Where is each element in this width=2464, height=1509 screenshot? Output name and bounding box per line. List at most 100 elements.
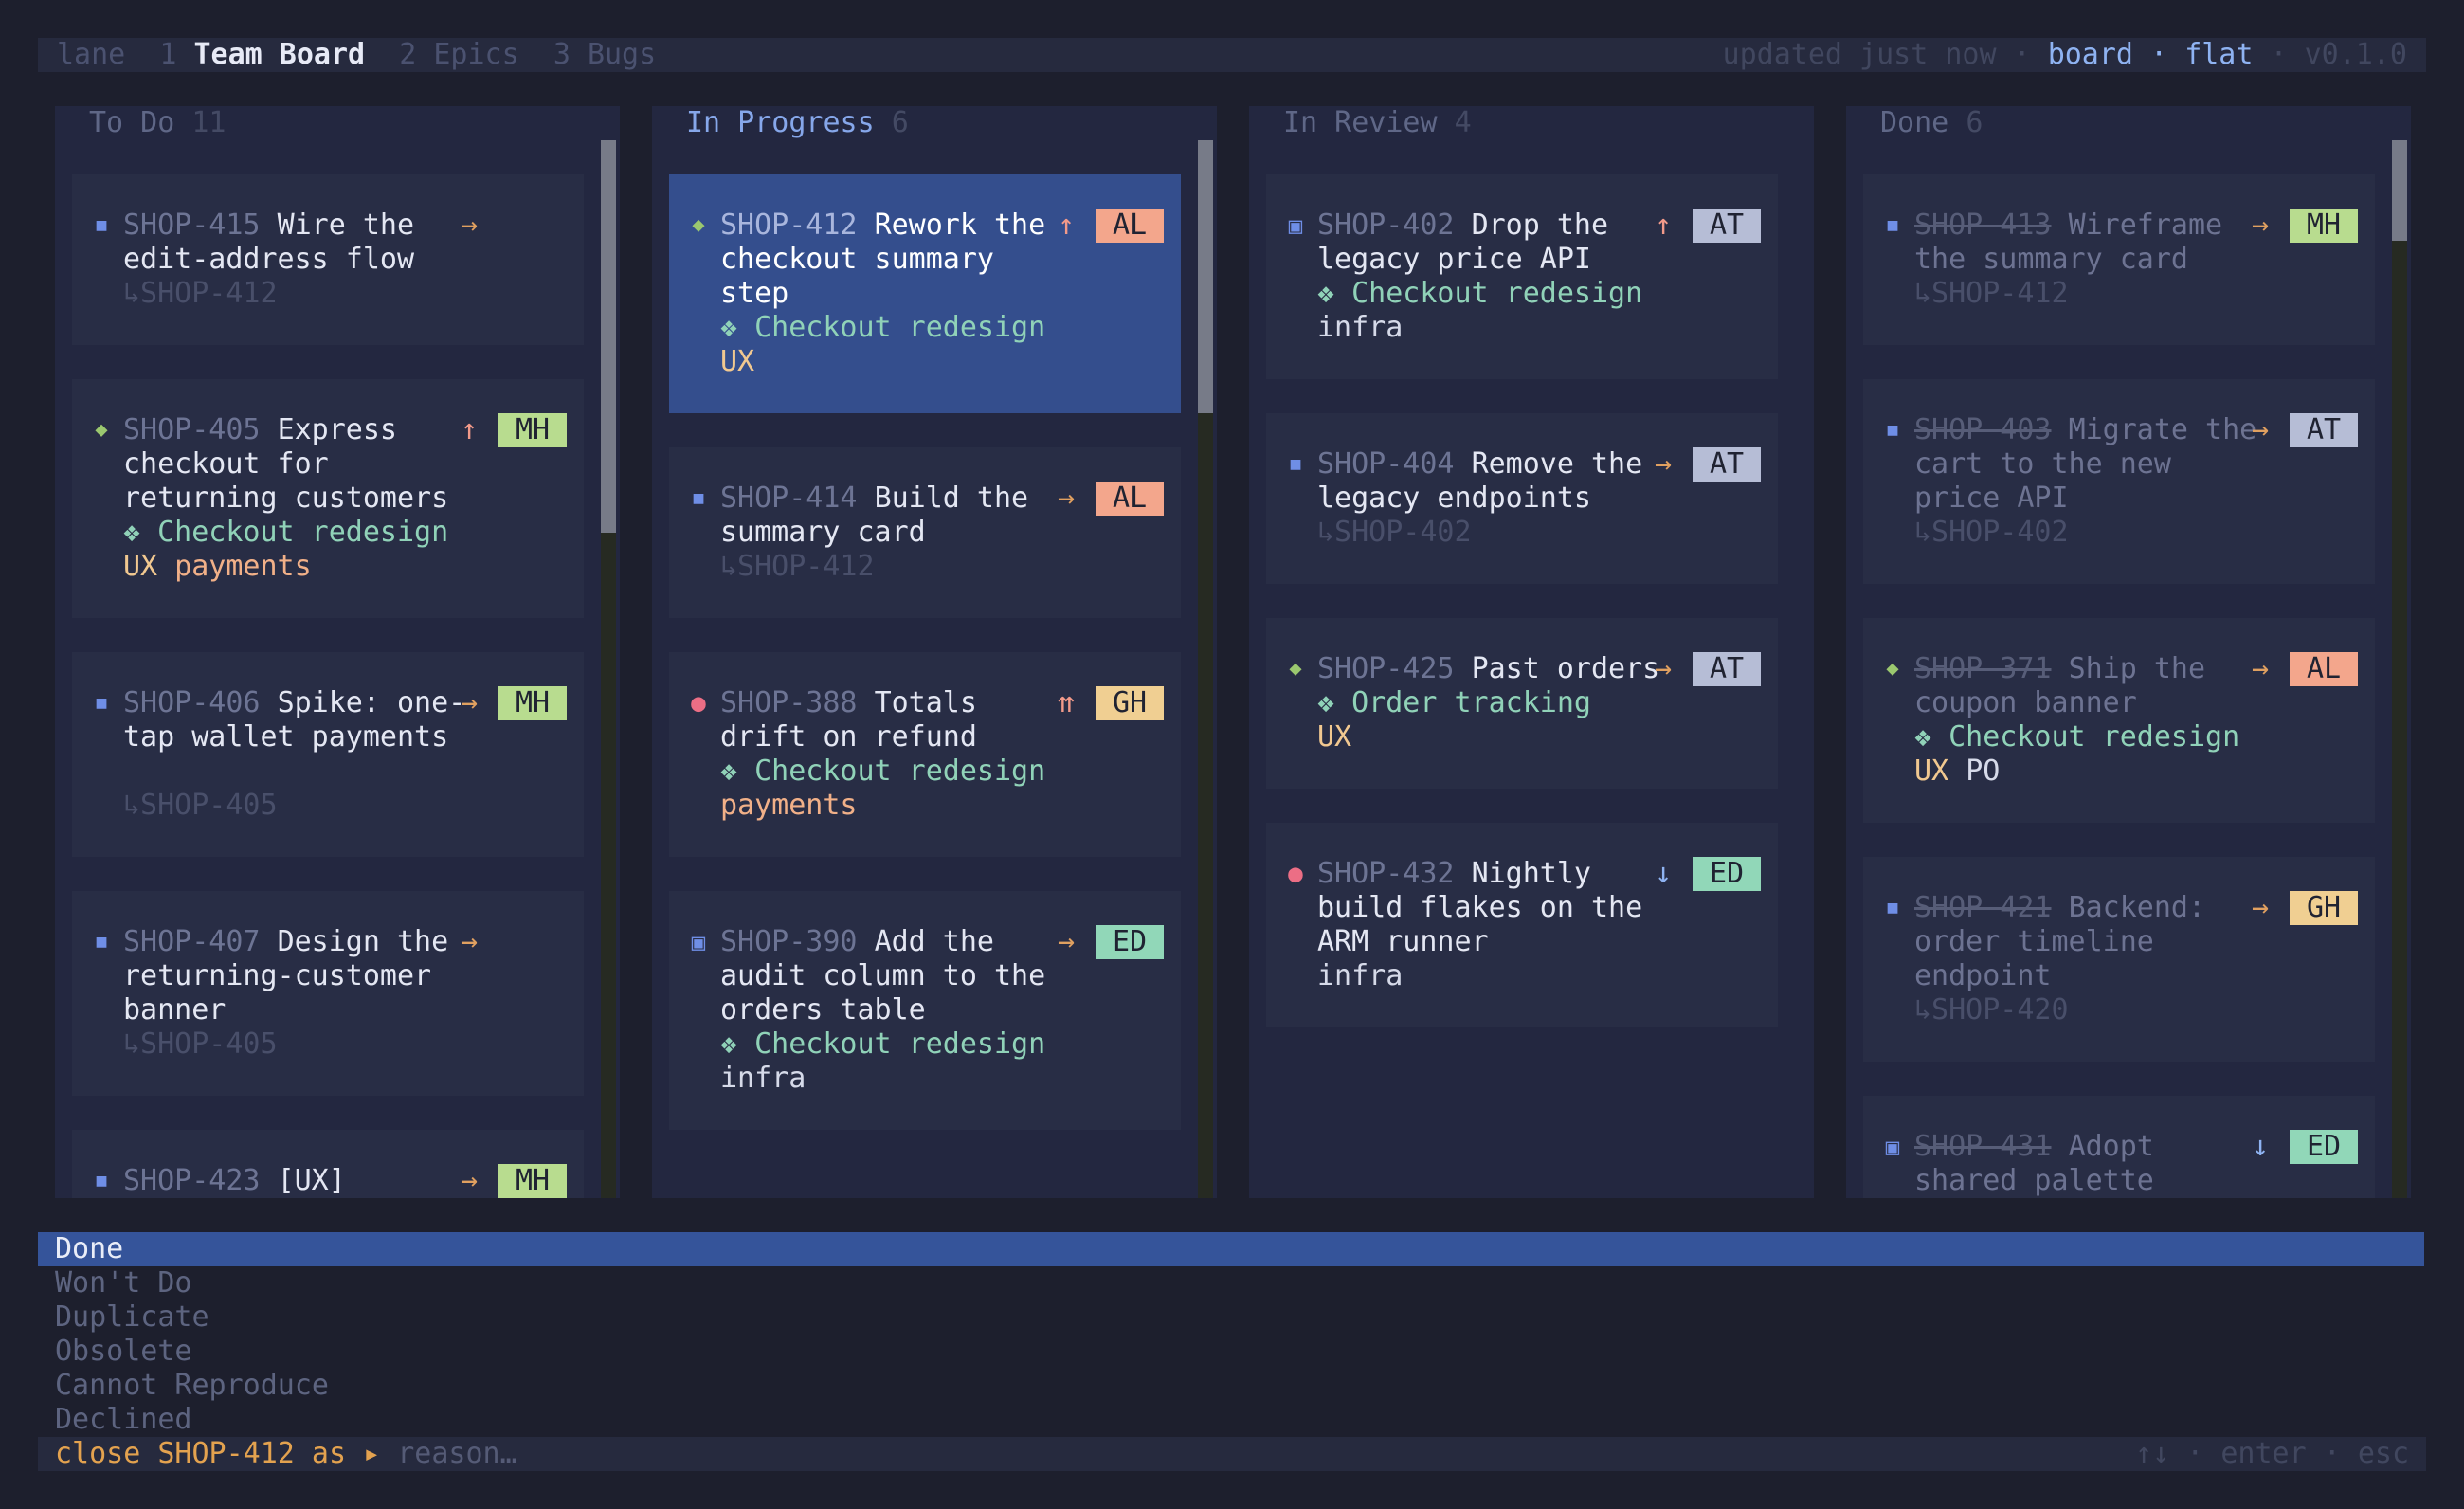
scrollbar-thumb[interactable]: [1198, 140, 1213, 413]
card-shop-402[interactable]: ▣ SHOP-402 Drop the legacy price API ❖ Chec…: [1266, 174, 1778, 379]
assignee-badge[interactable]: GH: [1096, 686, 1164, 720]
assignee-badge[interactable]: ED: [1096, 925, 1164, 959]
assignee-badge[interactable]: AT: [1693, 209, 1761, 243]
epic-link: ❖ Checkout redesign: [1317, 277, 1643, 310]
card-shop-432[interactable]: ● SHOP-432 Nightly build flakes on the ARM …: [1266, 823, 1778, 1027]
assignee-badge[interactable]: ED: [2290, 1130, 2358, 1164]
card-shop-403[interactable]: ■ SHOP-403 Migrate the cart to the new pric…: [1863, 379, 2375, 584]
card-line: SHOP-432 Nightly: [1317, 857, 1658, 891]
epic-link: ❖ Checkout redesign: [720, 754, 1046, 788]
issue-title: cart to the new: [1914, 447, 2171, 481]
tab-bugs[interactable]: 3 Bugs: [553, 38, 656, 71]
issue-key: SHOP-413: [1914, 209, 2052, 242]
assignee-badge[interactable]: MH: [2290, 209, 2358, 243]
assignee-badge[interactable]: AL: [1096, 209, 1164, 243]
boxed-square-icon: ▣: [691, 929, 706, 955]
card-shop-407[interactable]: ■ SHOP-407 Design the returning-customer ba…: [72, 891, 584, 1096]
card-line: ARM runner: [1317, 925, 1658, 959]
issue-title: legacy price API: [1317, 243, 1591, 276]
issue-title: Backend:: [2068, 891, 2206, 924]
epic-link: ❖ Checkout redesign: [1914, 720, 2240, 754]
issue-title: Adopt: [2068, 1130, 2154, 1163]
card-shop-413[interactable]: ■ SHOP-413 Wireframe the summary card ↳SHOP…: [1863, 174, 2375, 345]
assignee-badge[interactable]: AT: [1693, 652, 1761, 686]
card-shop-406[interactable]: ■ SHOP-406 Spike: one-tap wallet payments…: [72, 652, 584, 857]
priority-icon: ↓: [1654, 857, 1673, 890]
view-flat-toggle[interactable]: flat: [2184, 38, 2253, 71]
card-content: SHOP-423 [UX]: [123, 1164, 464, 1198]
card-shop-431[interactable]: ▣ SHOP-431 Adopt shared palette ↓ ED: [1863, 1096, 2375, 1198]
tab-epics[interactable]: 2 Epics: [399, 38, 518, 71]
resolution-option[interactable]: Done: [38, 1232, 2424, 1266]
assignee-badge[interactable]: MH: [498, 686, 567, 720]
reason-input[interactable]: reason…: [397, 1437, 516, 1470]
issue-key: SHOP-412: [720, 209, 858, 242]
card-content: SHOP-388 Totals drift on refund ❖ Checkout…: [720, 686, 1061, 823]
tab-team-board[interactable]: 1 Team Board: [159, 38, 365, 71]
card-shop-425[interactable]: ◆ SHOP-425 Past orders ❖ Order tracking UX →…: [1266, 618, 1778, 789]
issue-title: Rework the: [874, 209, 1046, 242]
issue-title: coupon banner: [1914, 686, 2137, 719]
card-shop-371[interactable]: ◆ SHOP-371 Ship the coupon banner ❖ Checkou…: [1863, 618, 2375, 823]
issue-title: order timeline: [1914, 925, 2154, 958]
scrollbar-thumb[interactable]: [2392, 140, 2407, 241]
parent-link: ↳SHOP-412: [1914, 277, 2069, 310]
card-line: infra: [1317, 311, 1658, 345]
col-todo: To Do 11 ■ SHOP-415 Wire the edit-address f…: [55, 106, 620, 1198]
square-icon: ■: [1887, 420, 1898, 440]
resolution-option[interactable]: Declined: [38, 1403, 2424, 1437]
issue-title: Add the: [874, 925, 994, 958]
resolution-option[interactable]: Obsolete: [38, 1335, 2424, 1369]
scrollbar-thumb[interactable]: [601, 140, 616, 533]
assignee-badge[interactable]: MH: [498, 413, 567, 447]
resolution-option[interactable]: Won't Do: [38, 1266, 2424, 1300]
column-scrollbar[interactable]: [1198, 140, 1213, 1198]
card-line: checkout summary: [720, 243, 1061, 277]
assignee-badge[interactable]: AT: [1693, 447, 1761, 482]
card-shop-421[interactable]: ■ SHOP-421 Backend: order timeline endpoint…: [1863, 857, 2375, 1062]
assignee-badge[interactable]: GH: [2290, 891, 2358, 925]
priority-icon: →: [2251, 891, 2270, 924]
card-line: ❖ Checkout redesign: [123, 516, 464, 550]
assignee-badge[interactable]: AT: [2290, 413, 2358, 447]
card-shop-388[interactable]: ● SHOP-388 Totals drift on refund ❖ Checkou…: [669, 652, 1181, 857]
card-shop-423[interactable]: ■ SHOP-423 [UX] → MH: [72, 1130, 584, 1198]
priority-icon: →: [2251, 413, 2270, 446]
issue-key: SHOP-415: [123, 209, 261, 242]
issue-key: SHOP-421: [1914, 891, 2052, 924]
priority-icon: →: [1057, 482, 1076, 515]
status-area: updated just now · board · flat · v0.1.0: [1723, 38, 2407, 72]
close-prompt[interactable]: close SHOP-412 as ▸ reason…: [55, 1437, 517, 1471]
card-shop-412[interactable]: ◆ SHOP-412 Rework the checkout summary step…: [669, 174, 1181, 413]
card-line: ↳SHOP-412: [1914, 277, 2256, 311]
card-shop-405[interactable]: ◆ SHOP-405 Express checkout for returning c…: [72, 379, 584, 618]
card-line: ↳SHOP-412: [123, 277, 464, 311]
card-line: SHOP-404 Remove the: [1317, 447, 1658, 482]
label-tag: infra: [1317, 959, 1404, 992]
card-shop-404[interactable]: ■ SHOP-404 Remove the legacy endpoints ↳SHO…: [1266, 413, 1778, 584]
card-line: legacy price API: [1317, 243, 1658, 277]
card-content: SHOP-415 Wire the edit-address flow ↳SHOP-…: [123, 209, 464, 311]
column-scrollbar[interactable]: [601, 140, 616, 1198]
assignee-badge[interactable]: ED: [1693, 857, 1761, 891]
issue-key: SHOP-388: [720, 686, 858, 719]
priority-icon: →: [1654, 447, 1673, 481]
card-line: step: [720, 277, 1061, 311]
card-content: SHOP-406 Spike: one-tap wallet payments …: [123, 686, 465, 823]
assignee-badge[interactable]: AL: [2290, 652, 2358, 686]
resolution-option[interactable]: Duplicate: [38, 1300, 2424, 1335]
column-header: To Do 11: [89, 106, 226, 140]
resolution-option[interactable]: Cannot Reproduce: [38, 1369, 2424, 1403]
card-shop-414[interactable]: ■ SHOP-414 Build the summary card ↳SHOP-412…: [669, 447, 1181, 618]
issue-title: Migrate the: [2068, 413, 2257, 446]
assignee-badge[interactable]: AL: [1096, 482, 1164, 516]
version-label: v0.1.0: [2304, 38, 2407, 71]
column-scrollbar[interactable]: [2392, 140, 2407, 1198]
view-board-toggle[interactable]: board: [2048, 38, 2133, 71]
priority-icon: →: [460, 1164, 479, 1197]
assignee-badge[interactable]: MH: [498, 1164, 567, 1198]
card-line: ❖ Checkout redesign: [1317, 277, 1658, 311]
card-shop-390[interactable]: ▣ SHOP-390 Add the audit column to the orde…: [669, 891, 1181, 1130]
card-line: SHOP-388 Totals: [720, 686, 1061, 720]
card-shop-415[interactable]: ■ SHOP-415 Wire the edit-address flow ↳SHOP…: [72, 174, 584, 345]
